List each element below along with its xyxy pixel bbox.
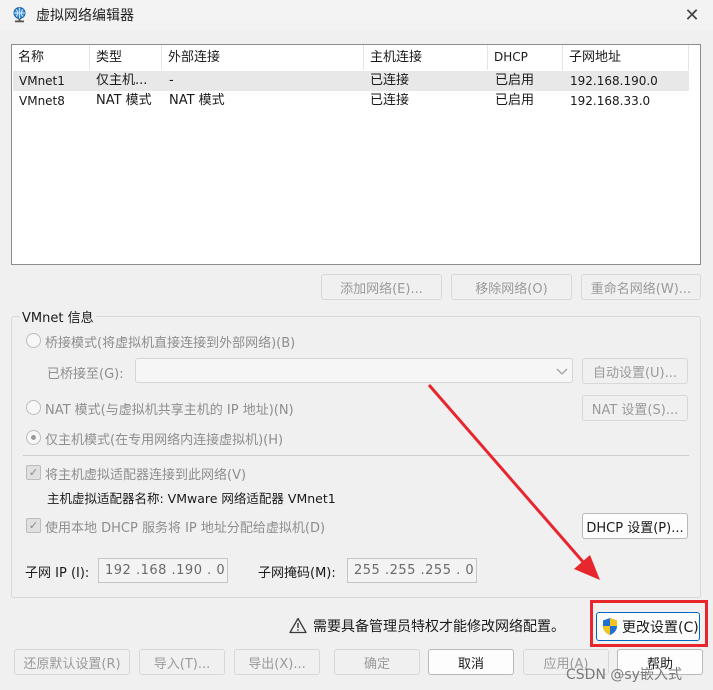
cell-dhcp: 已启用 (495, 93, 535, 108)
close-button[interactable]: ✕ (678, 2, 706, 28)
cell-type: 仅主机... (96, 73, 148, 88)
bridged-mode-label: 桥接模式(将虚拟机直接连接到外部网络)(B) (45, 336, 296, 351)
export-button[interactable]: 导出(X)... (234, 649, 320, 675)
adapter-name-label: 主机虚拟适配器名称: VMware 网络适配器 VMnet1 (47, 491, 336, 506)
cell-subnet: 192.168.190.0 (570, 74, 658, 88)
ok-button[interactable]: 确定 (334, 649, 420, 675)
nat-mode-radio[interactable] (26, 400, 41, 415)
subnet-ip-field[interactable]: 192 .168 .190 . 0 (98, 558, 228, 583)
separator (23, 455, 689, 456)
dhcp-checkbox[interactable]: ✓ (26, 518, 41, 533)
warning-icon (289, 617, 307, 634)
vmnet-info-title: VMnet 信息 (20, 307, 96, 326)
cell-subnet: 192.168.33.0 (570, 94, 651, 108)
nat-settings-button[interactable]: NAT 设置(S)... (582, 395, 688, 421)
import-button[interactable]: 导入(T)... (139, 649, 225, 675)
column-header-name[interactable]: 名称 (12, 45, 90, 70)
admin-warning-text: 需要具备管理员特权才能修改网络配置。 (313, 619, 565, 635)
network-list[interactable]: 名称 类型 外部连接 主机连接 DHCP 子网地址 VMnet1 仅主机... … (11, 44, 701, 265)
nat-mode-label: NAT 模式(与虚拟机共享主机的 IP 地址)(N) (45, 403, 294, 418)
window-title: 虚拟网络编辑器 (36, 8, 134, 24)
host-only-radio[interactable] (26, 430, 41, 445)
bridged-to-select[interactable] (135, 358, 573, 383)
subnet-mask-label: 子网掩码(M): (258, 566, 336, 581)
network-globe-icon (13, 7, 26, 23)
highlight-box (590, 600, 708, 647)
restore-defaults-button[interactable]: 还原默认设置(R) (14, 649, 130, 675)
bridged-mode-radio[interactable] (26, 333, 41, 348)
cell-name: VMnet1 (19, 74, 65, 88)
column-header-subnet[interactable]: 子网地址 (563, 45, 689, 70)
cell-name: VMnet8 (19, 94, 65, 108)
list-header: 名称 类型 外部连接 主机连接 DHCP 子网地址 (12, 45, 700, 70)
cancel-button[interactable]: 取消 (428, 649, 514, 675)
cell-external: NAT 模式 (169, 93, 225, 108)
cell-host: 已连接 (370, 93, 410, 108)
chevron-down-icon (556, 368, 568, 375)
cell-dhcp: 已启用 (495, 73, 535, 88)
host-only-label: 仅主机模式(在专用网络内连接虚拟机)(H) (45, 433, 284, 448)
watermark-text: CSDN @sy嵌入式 (566, 667, 682, 683)
column-header-host[interactable]: 主机连接 (364, 45, 488, 70)
rename-network-button[interactable]: 重命名网络(W)... (581, 274, 701, 300)
remove-network-button[interactable]: 移除网络(O) (451, 274, 572, 300)
column-header-dhcp[interactable]: DHCP (488, 45, 563, 70)
dhcp-settings-button[interactable]: DHCP 设置(P)... (582, 513, 688, 539)
subnet-mask-field[interactable]: 255 .255 .255 . 0 (347, 558, 477, 583)
column-header-external[interactable]: 外部连接 (162, 45, 364, 70)
dhcp-label: 使用本地 DHCP 服务将 IP 地址分配给虚拟机(D) (45, 521, 326, 536)
close-icon: ✕ (684, 4, 700, 26)
cell-external: - (169, 73, 174, 88)
add-network-button[interactable]: 添加网络(E)... (321, 274, 442, 300)
cell-host: 已连接 (370, 73, 410, 88)
connect-adapter-checkbox[interactable]: ✓ (26, 465, 41, 480)
table-row[interactable]: VMnet8 NAT 模式 NAT 模式 已连接 已启用 192.168.33.… (13, 91, 689, 111)
table-row[interactable]: VMnet1 仅主机... - 已连接 已启用 192.168.190.0 (13, 71, 689, 91)
connect-adapter-label: 将主机虚拟适配器连接到此网络(V) (45, 468, 247, 483)
column-header-type[interactable]: 类型 (90, 45, 162, 70)
auto-settings-button[interactable]: 自动设置(U)... (582, 358, 688, 384)
bridged-to-label: 已桥接至(G): (47, 367, 124, 382)
subnet-ip-label: 子网 IP (I): (25, 566, 90, 581)
cell-type: NAT 模式 (96, 93, 152, 108)
